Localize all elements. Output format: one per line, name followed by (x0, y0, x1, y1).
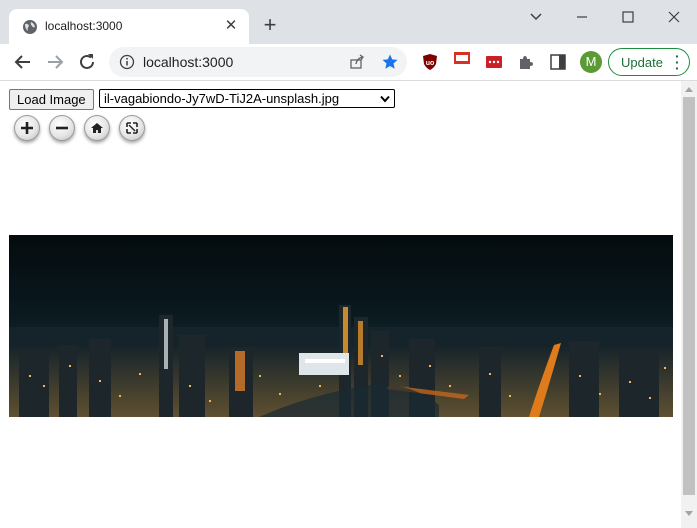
ublock-extension-icon[interactable]: uo (421, 53, 439, 71)
new-tab-button[interactable]: + (258, 13, 282, 37)
share-icon[interactable] (349, 54, 365, 70)
forward-icon[interactable] (44, 51, 66, 73)
image-file-select[interactable]: il-vagabiondo-Jy7wD-TiJ2A-unsplash.jpg (99, 89, 395, 108)
zoom-out-icon (56, 126, 68, 130)
home-button[interactable] (84, 115, 110, 141)
maximize-icon[interactable] (605, 4, 651, 30)
menu-kebab-icon: · · · (675, 48, 680, 76)
scrollbar-thumb[interactable] (683, 97, 695, 495)
page-content: Load Image il-vagabiondo-Jy7wD-TiJ2A-uns… (0, 81, 681, 528)
update-button[interactable]: Update · · · (608, 48, 690, 76)
calendar-extension-icon[interactable] (453, 51, 471, 69)
fullscreen-button[interactable] (119, 115, 145, 141)
zoom-out-button[interactable] (49, 115, 75, 141)
scroll-down-icon[interactable] (685, 511, 693, 517)
chevron-down-icon (380, 95, 390, 103)
back-icon[interactable] (12, 51, 34, 73)
zoom-in-icon (21, 122, 33, 134)
password-manager-icon[interactable] (485, 53, 503, 71)
url-text[interactable]: localhost:3000 (143, 54, 233, 70)
selected-file-name: il-vagabiondo-Jy7wD-TiJ2A-unsplash.jpg (104, 91, 340, 106)
extensions-puzzle-icon[interactable] (517, 53, 535, 71)
city-skyline-image (9, 235, 673, 417)
update-label: Update (621, 55, 663, 70)
home-icon (91, 123, 103, 133)
svg-text:uo: uo (426, 60, 435, 67)
side-panel-icon[interactable] (549, 53, 567, 71)
tab-close-icon[interactable]: ✕ (221, 16, 241, 36)
site-info-icon[interactable] (119, 54, 135, 70)
fullscreen-icon (126, 122, 138, 134)
panorama-image[interactable] (9, 235, 673, 417)
tab-title: localhost:3000 (45, 19, 123, 33)
browser-tab[interactable]: localhost:3000 ✕ (9, 9, 249, 44)
minimize-icon[interactable] (559, 4, 605, 30)
profile-avatar[interactable]: M (580, 51, 602, 73)
bookmark-star-icon[interactable] (381, 53, 399, 71)
tab-strip: localhost:3000 ✕ + (0, 0, 697, 44)
vertical-scrollbar[interactable] (681, 81, 697, 528)
close-window-icon[interactable] (651, 4, 697, 30)
zoom-in-button[interactable] (14, 115, 40, 141)
address-bar[interactable]: localhost:3000 (109, 47, 407, 77)
globe-icon (23, 20, 37, 34)
browser-toolbar: localhost:3000 uo 209 M Update ··· (0, 44, 697, 119)
tab-search-icon[interactable] (513, 4, 559, 30)
scroll-up-icon[interactable] (685, 86, 693, 92)
load-image-button[interactable]: Load Image (9, 89, 94, 110)
reload-icon[interactable] (76, 51, 98, 73)
